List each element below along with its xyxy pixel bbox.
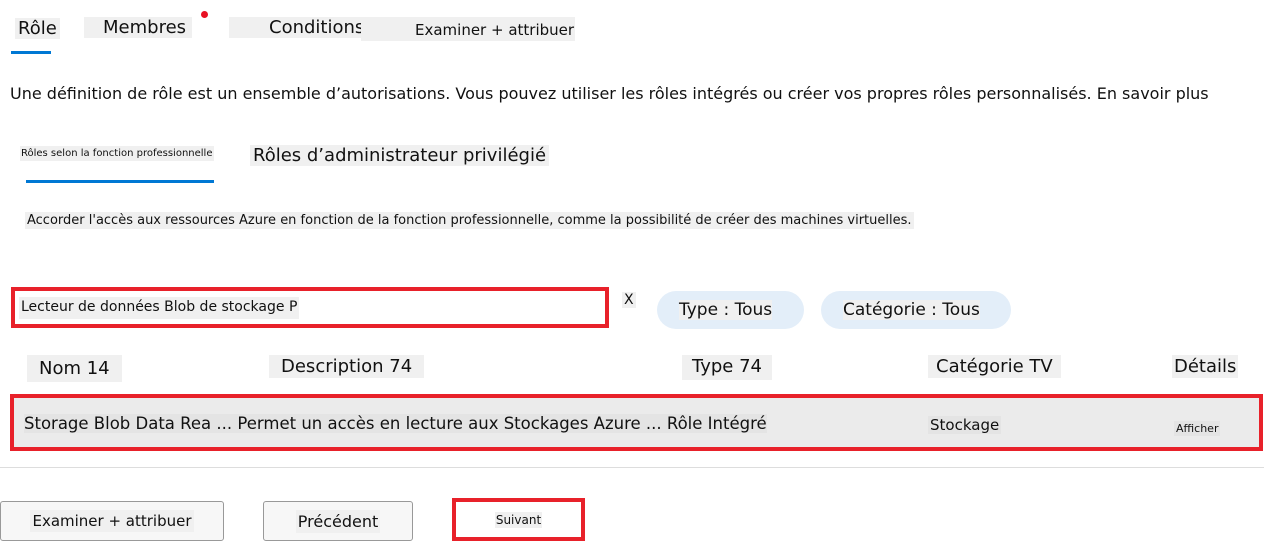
subtab-privileged-admin[interactable]: Rôles d’administrateur privilégié xyxy=(250,145,550,166)
column-header-description[interactable]: Description 74 xyxy=(269,355,425,378)
previous-button[interactable]: Précédent xyxy=(263,501,413,541)
subtab-job-function[interactable]: Rôles selon la fonction professionnelle xyxy=(20,146,214,161)
divider xyxy=(0,467,1264,468)
subtab-indicator xyxy=(26,180,214,183)
column-header-details[interactable]: Détails xyxy=(1172,355,1239,378)
filter-type[interactable]: Type : Tous xyxy=(657,291,804,329)
row-category: Stockage xyxy=(928,416,1002,434)
tab-conditions[interactable]: Conditions xyxy=(229,17,372,38)
previous-label: Précédent xyxy=(295,509,381,533)
subtab-description: Accorder l'accès aux ressources Azure en… xyxy=(25,212,914,229)
row-details-link[interactable]: Afficher xyxy=(1174,421,1221,436)
review-assign-button[interactable]: Examiner + attribuer xyxy=(0,501,224,541)
intro-text: Une définition de rôle est un ensemble d… xyxy=(10,84,1209,103)
search-value: Lecteur de données Blob de stockage P xyxy=(19,297,300,319)
filter-category-label: Catégorie : Tous xyxy=(843,300,980,320)
filter-type-label: Type : Tous xyxy=(679,300,773,320)
tab-review-assign[interactable]: Examiner + attribuer xyxy=(361,17,576,41)
clear-search-button[interactable]: X xyxy=(622,292,636,308)
column-header-category[interactable]: Catégorie TV xyxy=(928,355,1061,378)
row-name-description-type: Storage Blob Data Rea ... Permet un accè… xyxy=(24,414,767,433)
table-row[interactable]: Storage Blob Data Rea ... Permet un accè… xyxy=(10,394,1263,451)
column-header-name[interactable]: Nom 14 xyxy=(27,355,122,382)
filter-category[interactable]: Catégorie : Tous xyxy=(821,291,1011,329)
tab-members[interactable]: Membres xyxy=(84,17,193,38)
review-assign-label: Examiner + attribuer xyxy=(30,510,194,532)
column-header-type[interactable]: Type 74 xyxy=(682,355,772,380)
active-tab-indicator xyxy=(11,51,51,54)
tab-role[interactable]: Rôle xyxy=(15,18,60,39)
search-input[interactable]: Lecteur de données Blob de stockage P xyxy=(11,287,609,328)
next-button[interactable]: Suivant xyxy=(452,498,585,541)
next-label: Suivant xyxy=(494,511,543,528)
notification-dot xyxy=(201,11,208,18)
